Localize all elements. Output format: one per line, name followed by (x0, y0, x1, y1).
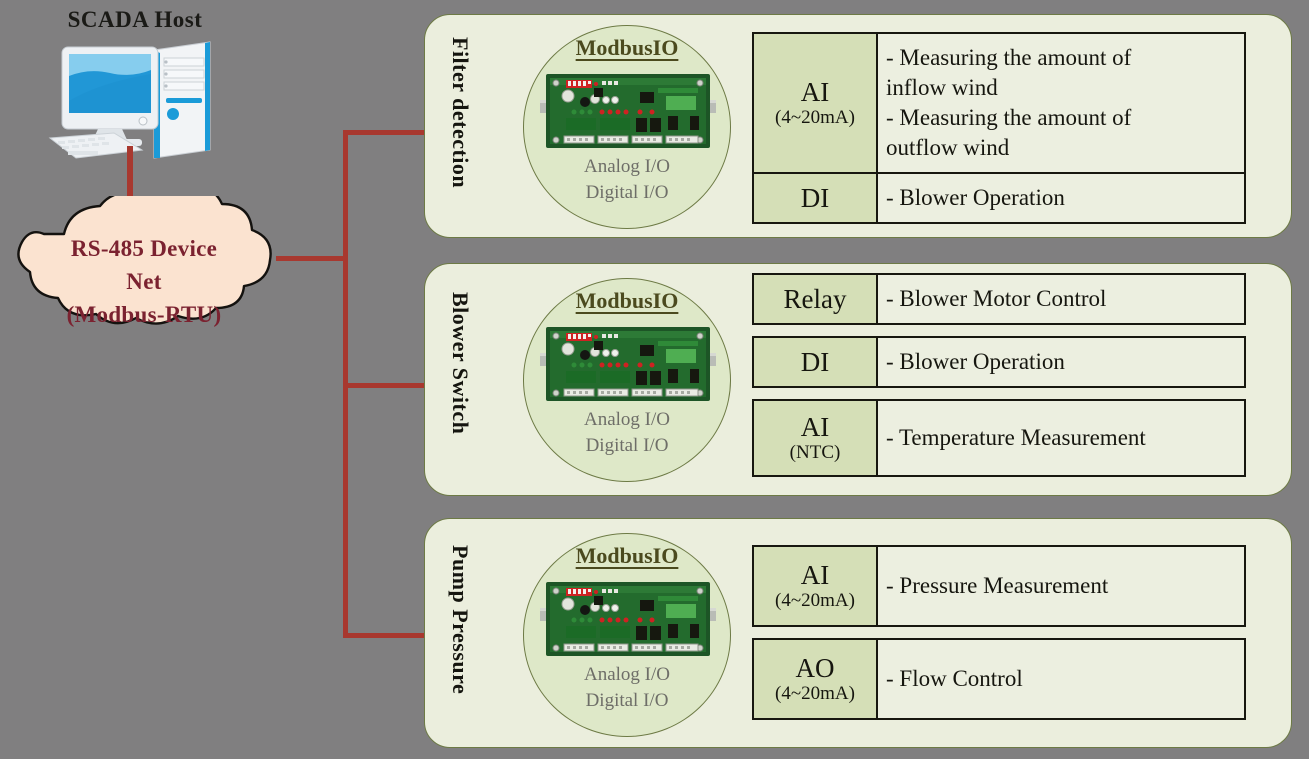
io-key-cell: AI (4~20mA) (754, 547, 878, 625)
io-desc-cell: - Measuring the amount of inflow wind - … (886, 45, 1132, 160)
device-title-blower-switch: ModbusIO (575, 288, 679, 313)
modbus-io-board-icon (540, 325, 716, 408)
io-key-main: AI (800, 412, 830, 442)
io-key-cell: AO (4~20mA) (754, 640, 878, 718)
device-title-filter-detection: ModbusIO (575, 35, 679, 60)
io-desc-cell: - Pressure Measurement (886, 573, 1109, 598)
io-row[interactable]: AI (4~20mA) - Measuring the amount of in… (752, 32, 1246, 172)
device-sub-analog: Analog I/O (583, 156, 670, 177)
cloud-line-2: Net (126, 269, 162, 294)
io-key-cell: DI (754, 338, 878, 386)
io-desc-cell: - Flow Control (886, 666, 1023, 691)
device-sub-digital: Digital I/O (585, 435, 669, 456)
wire-branch-pump-pressure (343, 633, 428, 638)
io-key-main: DI (800, 347, 830, 377)
io-row[interactable]: AO (4~20mA) - Flow Control (752, 638, 1246, 720)
device-circle-pump-pressure: ModbusIO Analog I/O Digital I/O (523, 533, 731, 737)
io-key-sub: (4~20mA) (775, 590, 855, 611)
modbus-io-board-icon (540, 580, 716, 663)
device-circle-blower-switch: ModbusIO Analog I/O Digital I/O (523, 278, 731, 482)
io-key-cell: Relay (754, 275, 878, 323)
cloud-line-3: (Modbus-RTU) (66, 302, 222, 327)
io-desc-cell: - Blower Motor Control (886, 286, 1107, 311)
io-key-sub: (NTC) (789, 442, 841, 463)
io-key-main: AO (795, 653, 835, 683)
modbus-io-board-icon (540, 72, 716, 155)
io-key-main: AI (800, 77, 830, 107)
io-key-sub: (4~20mA) (775, 683, 855, 704)
wire-cloud-to-trunk (276, 256, 348, 261)
io-key-cell: DI (754, 174, 878, 222)
io-desc-cell: - Temperature Measurement (886, 425, 1146, 450)
io-key-main: AI (800, 560, 830, 590)
io-row[interactable]: DI - Blower Operation (752, 336, 1246, 388)
io-row[interactable]: DI - Blower Operation (752, 172, 1246, 224)
device-sub-analog: Analog I/O (583, 664, 670, 685)
io-desc-cell: - Blower Operation (886, 185, 1065, 210)
device-panel-filter-detection[interactable]: Filter detection ModbusIO Analog I/O Dig… (424, 14, 1292, 238)
network-cloud-label: RS-485 Device Net (Modbus-RTU) (0, 232, 294, 331)
wire-branch-filter-detection (343, 130, 428, 135)
io-key-sub: (4~20mA) (775, 107, 855, 128)
io-key-cell: AI (4~20mA) (754, 34, 878, 172)
io-row[interactable]: Relay - Blower Motor Control (752, 273, 1246, 325)
device-panel-blower-switch[interactable]: Blower Switch ModbusIO Analog I/O Digita… (424, 263, 1292, 496)
cloud-line-1: RS-485 Device (70, 236, 218, 261)
diagram-canvas: SCADA Host RS-485 Device Net (Modbus-RTU… (0, 0, 1309, 759)
io-key-cell: AI (NTC) (754, 401, 878, 475)
page-title: SCADA Host (67, 7, 203, 32)
wire-branch-blower-switch (343, 383, 428, 388)
io-desc-cell: - Blower Operation (886, 349, 1065, 374)
device-panel-pump-pressure[interactable]: Pump Pressure ModbusIO Analog I/O Digita… (424, 518, 1292, 748)
device-title-pump-pressure: ModbusIO (575, 543, 679, 568)
io-table-filter-detection: AI (4~20mA) - Measuring the amount of in… (752, 32, 1246, 224)
device-sub-analog: Analog I/O (583, 409, 670, 430)
panel-label-pump-pressure: Pump Pressure (448, 545, 473, 695)
device-subtitle-filter-detection: Analog I/O Digital I/O (524, 154, 730, 206)
io-row[interactable]: AI (NTC) - Temperature Measurement (752, 399, 1246, 477)
panel-label-blower-switch: Blower Switch (448, 292, 473, 435)
device-subtitle-blower-switch: Analog I/O Digital I/O (524, 407, 730, 459)
device-circle-filter-detection: ModbusIO Analog I/O Digital I/O (523, 25, 731, 229)
device-subtitle-pump-pressure: Analog I/O Digital I/O (524, 662, 730, 714)
desktop-computer-icon (42, 38, 227, 168)
device-sub-digital: Digital I/O (585, 690, 669, 711)
io-table-blower-switch: Relay - Blower Motor Control DI - Blower… (752, 273, 1246, 477)
io-key-main: Relay (783, 284, 847, 314)
io-key-main: DI (800, 183, 830, 213)
io-row[interactable]: AI (4~20mA) - Pressure Measurement (752, 545, 1246, 627)
io-table-pump-pressure: AI (4~20mA) - Pressure Measurement AO (4… (752, 545, 1246, 720)
panel-label-filter-detection: Filter detection (448, 37, 473, 189)
device-sub-digital: Digital I/O (585, 182, 669, 203)
